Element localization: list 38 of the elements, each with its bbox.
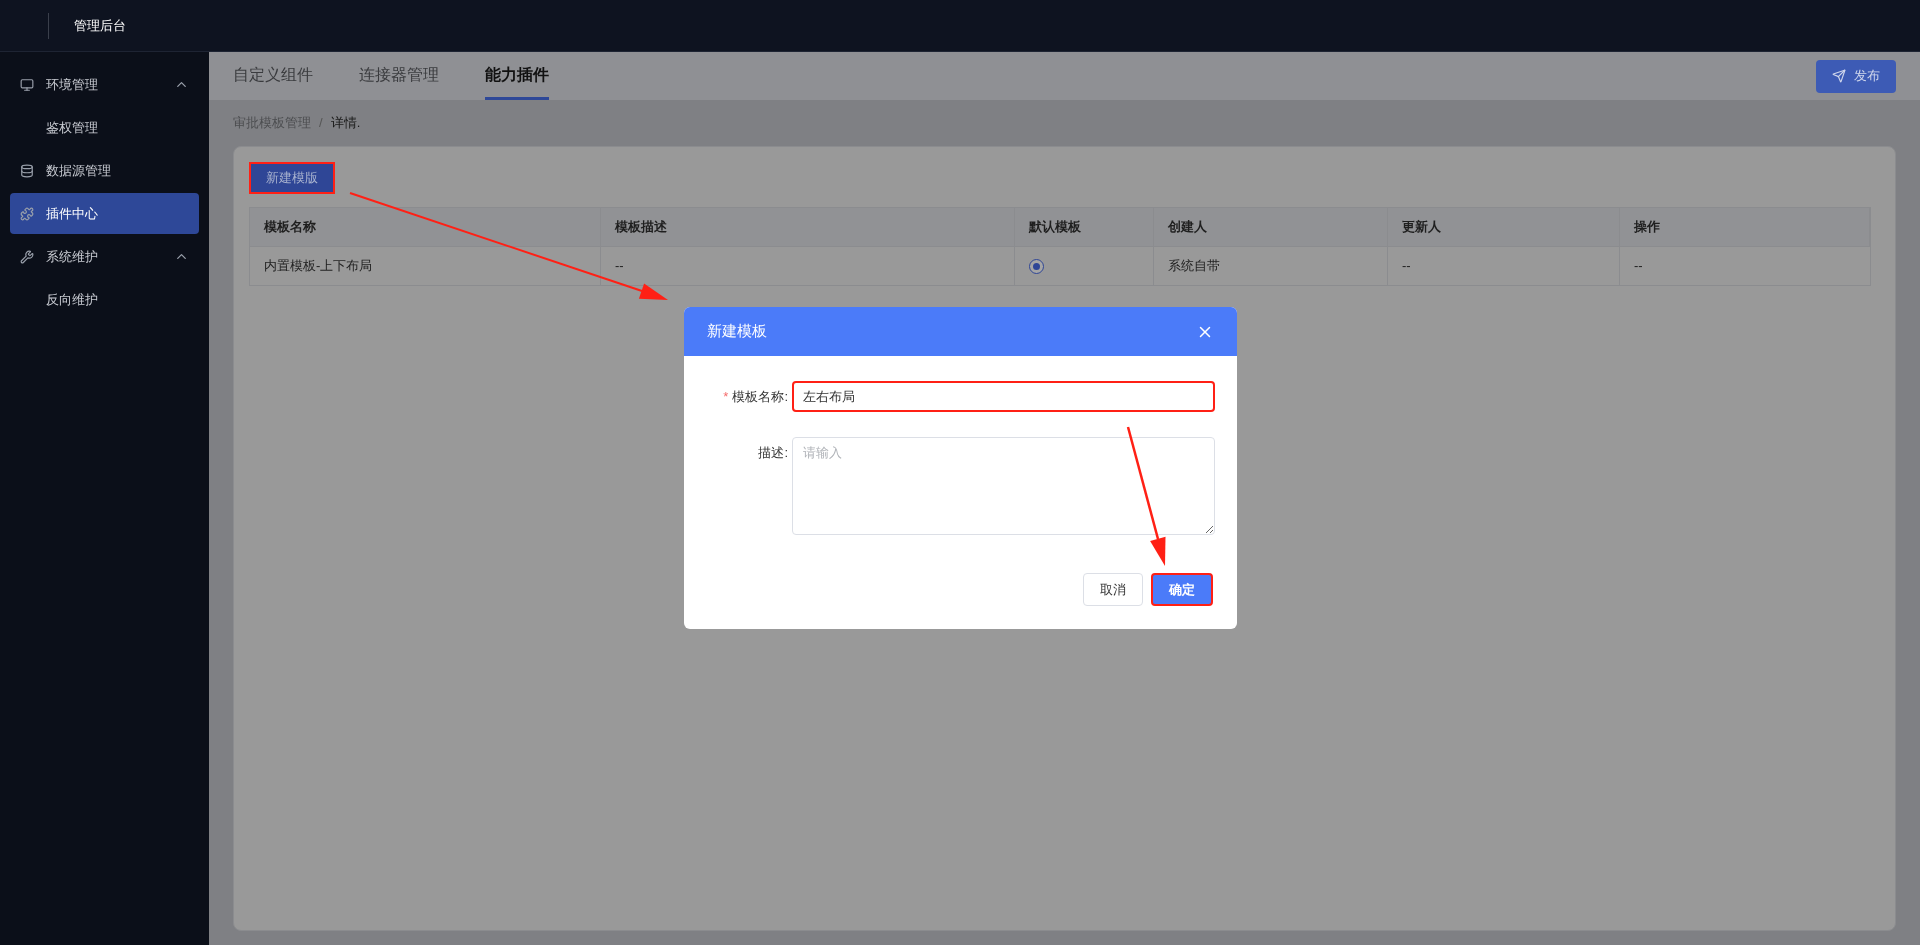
table-cell: 内置模板-上下布局 bbox=[250, 247, 601, 285]
table-cell: -- bbox=[1388, 247, 1620, 285]
required-asterisk: * bbox=[723, 387, 729, 406]
sidebar-subitem[interactable]: 反向维护 bbox=[10, 279, 199, 320]
column-header: 操作 bbox=[1620, 208, 1870, 246]
column-header: 默认模板 bbox=[1015, 208, 1154, 246]
send-icon bbox=[1832, 69, 1846, 83]
new-template-button[interactable]: 新建模版 bbox=[249, 162, 335, 194]
menu-icon bbox=[20, 206, 34, 221]
column-header: 模板描述 bbox=[601, 208, 1015, 246]
input-field[interactable]: 左右布局 bbox=[792, 381, 1215, 412]
app-title: 管理后台 bbox=[74, 16, 126, 35]
tab[interactable]: 自定义组件 bbox=[233, 52, 313, 100]
tab[interactable]: 连接器管理 bbox=[359, 52, 439, 100]
column-header: 模板名称 bbox=[250, 208, 601, 246]
confirm-button[interactable]: 确定 bbox=[1151, 573, 1213, 606]
tab[interactable]: 能力插件 bbox=[485, 52, 549, 100]
menu-icon bbox=[20, 163, 34, 178]
sidebar-item[interactable]: 系统维护 bbox=[10, 236, 199, 277]
table-cell: 系统自带 bbox=[1154, 247, 1388, 285]
menu-icon bbox=[20, 249, 34, 264]
field-label: 描述: bbox=[758, 443, 788, 462]
column-header: 创建人 bbox=[1154, 208, 1388, 246]
radio-button[interactable] bbox=[1029, 258, 1044, 274]
textarea-field[interactable]: 请输入 bbox=[792, 437, 1215, 535]
menu-icon bbox=[20, 77, 34, 92]
sidebar-item[interactable]: 插件中心 bbox=[10, 193, 199, 234]
dialog-title: 新建模板 bbox=[707, 321, 767, 342]
sidebar-item[interactable]: 数据源管理 bbox=[10, 150, 199, 191]
column-header: 更新人 bbox=[1388, 208, 1620, 246]
publish-button[interactable]: 发布 bbox=[1816, 59, 1896, 93]
sidebar-subitem[interactable]: 鉴权管理 bbox=[10, 107, 199, 148]
cancel-button[interactable]: 取消 bbox=[1083, 573, 1143, 606]
breadcrumb-item: 详情. bbox=[330, 114, 361, 133]
table-cell-text: -- bbox=[1633, 257, 1644, 276]
field-label: 模板名称: bbox=[732, 387, 788, 406]
sidebar-item[interactable]: 环境管理 bbox=[10, 64, 199, 105]
breadcrumb-separator: / bbox=[319, 114, 323, 133]
